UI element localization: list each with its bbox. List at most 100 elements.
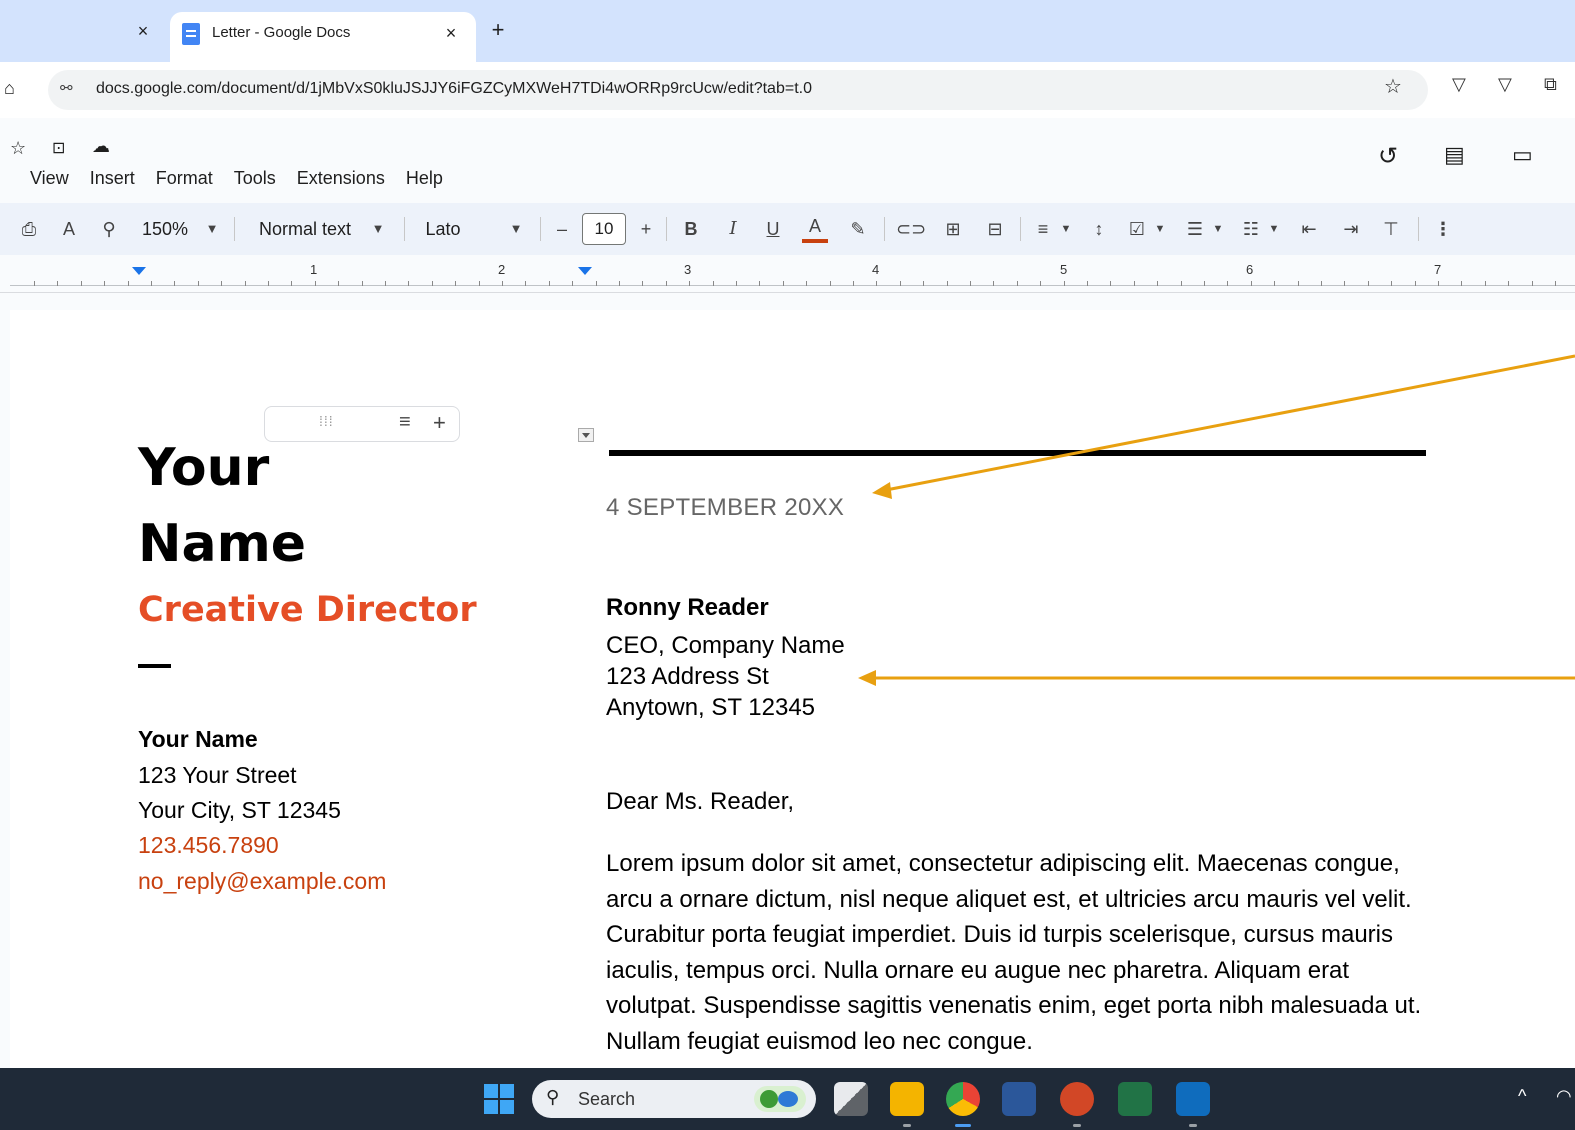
paint-format-icon[interactable]: ⚲: [96, 215, 122, 243]
text-color-button[interactable]: A: [802, 215, 828, 243]
font-size-input[interactable]: 10: [582, 213, 626, 245]
ruler-tick: [947, 281, 948, 286]
active-tab[interactable]: Letter - Google Docs ×: [170, 12, 476, 62]
highlight-pen-icon[interactable]: ✎: [846, 215, 870, 243]
align-chevron-down-icon[interactable]: ▼: [1058, 215, 1074, 243]
toolbar-divider: [404, 217, 405, 241]
checklist-chevron-down-icon[interactable]: ▼: [1152, 215, 1168, 243]
bulleted-list-icon[interactable]: ☰: [1182, 215, 1208, 243]
ruler-tick: [1415, 281, 1416, 286]
home-icon[interactable]: ⌂: [4, 78, 15, 99]
font-select[interactable]: Lato: [418, 215, 468, 243]
menu-bar: View Insert Format Tools Extensions Help: [30, 168, 443, 189]
address-bar-row: ⌂ ⚯ docs.google.com/document/d/1jMbVxS0k…: [0, 62, 1575, 118]
file-explorer-indicator: [903, 1124, 911, 1127]
omnibox[interactable]: ⚯ docs.google.com/document/d/1jMbVxS0klu…: [48, 70, 1428, 110]
chrome-icon[interactable]: [946, 1082, 980, 1116]
recipient-title: CEO, Company Name: [606, 632, 845, 659]
ruler-tick: [1321, 281, 1322, 286]
decrease-font-size-button[interactable]: –: [550, 215, 574, 243]
numbered-chevron-down-icon[interactable]: ▼: [1266, 215, 1282, 243]
star-document-icon[interactable]: ☆: [10, 138, 26, 159]
version-history-icon[interactable]: ↺: [1378, 142, 1398, 171]
tab-close-icon[interactable]: ×: [438, 20, 464, 46]
extension-shield-outline-icon[interactable]: ▽: [1498, 74, 1512, 95]
word-icon[interactable]: [1002, 1082, 1036, 1116]
more-options-icon[interactable]: ⋮: [1430, 215, 1456, 243]
ruler-tick: [502, 281, 503, 286]
table-cell-dropdown[interactable]: [578, 428, 594, 442]
ruler-tick: [549, 281, 550, 286]
zoom-select[interactable]: 150%: [138, 215, 192, 243]
toolbar-divider: [1418, 217, 1419, 241]
tray-chevron-up-icon[interactable]: ^: [1518, 1086, 1526, 1107]
ruler-tick: [479, 281, 480, 286]
network-icon[interactable]: ◠: [1556, 1086, 1572, 1107]
ruler-tick: [596, 281, 597, 286]
windows-start-icon[interactable]: [484, 1084, 514, 1114]
file-explorer-icon[interactable]: [890, 1082, 924, 1116]
menu-view[interactable]: View: [30, 168, 69, 189]
add-row-icon[interactable]: +: [433, 410, 446, 436]
menu-insert[interactable]: Insert: [90, 168, 135, 189]
ruler[interactable]: 1 2 3 4 5 6 7: [0, 255, 1575, 293]
align-icon[interactable]: ≡: [1030, 215, 1056, 243]
sidebar-name-line1: Your: [138, 438, 270, 498]
powerpoint-indicator: [1073, 1124, 1081, 1127]
cloud-saved-icon[interactable]: ☁: [92, 136, 110, 157]
menu-tools[interactable]: Tools: [234, 168, 276, 189]
bold-button[interactable]: B: [680, 215, 702, 243]
menu-help[interactable]: Help: [406, 168, 443, 189]
decrease-indent-icon[interactable]: ⇤: [1296, 215, 1322, 243]
ruler-tick: [1040, 281, 1041, 286]
clear-formatting-icon[interactable]: ⊤: [1378, 215, 1404, 243]
url-text[interactable]: docs.google.com/document/d/1jMbVxS0kluJS…: [96, 80, 812, 98]
new-tab-button[interactable]: +: [484, 16, 512, 44]
excel-icon[interactable]: [1118, 1082, 1152, 1116]
table-row-handle[interactable]: ⁞⁞⁞ ≡ +: [264, 406, 460, 442]
spellcheck-icon[interactable]: A: [56, 215, 82, 243]
meet-camera-icon[interactable]: ▭: [1512, 142, 1533, 168]
underline-button[interactable]: U: [762, 215, 784, 243]
menu-format[interactable]: Format: [156, 168, 213, 189]
bullet-chevron-down-icon[interactable]: ▼: [1210, 215, 1226, 243]
sort-icon[interactable]: ≡: [399, 411, 411, 434]
outlook-icon[interactable]: [1176, 1082, 1210, 1116]
powerpoint-icon[interactable]: [1060, 1082, 1094, 1116]
menu-extensions[interactable]: Extensions: [297, 168, 385, 189]
right-indent-marker[interactable]: [578, 267, 592, 275]
ruler-tick: [245, 281, 246, 286]
toolbar-divider: [1020, 217, 1021, 241]
body-paragraph: Lorem ipsum dolor sit amet, consectetur …: [606, 850, 1422, 1055]
ruler-tick: [34, 281, 35, 286]
insert-image-icon[interactable]: ⊟: [982, 215, 1008, 243]
left-indent-marker[interactable]: [132, 267, 146, 275]
ruler-tick: [221, 281, 222, 286]
ruler-tick: [923, 281, 924, 286]
insert-link-icon[interactable]: ⊂⊃: [896, 215, 926, 243]
bookmark-star-icon[interactable]: ☆: [1384, 74, 1402, 99]
line-spacing-icon[interactable]: ↕: [1086, 215, 1112, 243]
checklist-icon[interactable]: ☑: [1124, 215, 1150, 243]
increase-indent-icon[interactable]: ⇥: [1338, 215, 1364, 243]
numbered-list-icon[interactable]: ☷: [1238, 215, 1264, 243]
site-info-icon[interactable]: ⚯: [60, 79, 73, 97]
drag-handle-icon[interactable]: ⁞⁞⁞: [319, 413, 334, 429]
zoom-chevron-down-icon[interactable]: ▼: [202, 215, 222, 243]
previous-tab-close-icon[interactable]: ×: [130, 18, 156, 44]
extensions-puzzle-icon[interactable]: ⧉: [1544, 74, 1557, 95]
task-view-icon[interactable]: [834, 1082, 868, 1116]
extension-shield-icon[interactable]: ▽: [1452, 74, 1466, 95]
increase-font-size-button[interactable]: +: [634, 215, 658, 243]
style-chevron-down-icon[interactable]: ▼: [368, 215, 388, 243]
ruler-tick: [1344, 281, 1345, 286]
font-chevron-down-icon[interactable]: ▼: [506, 215, 526, 243]
paragraph-style-select[interactable]: Normal text: [250, 215, 360, 243]
taskbar-search[interactable]: ⚲ Search: [532, 1080, 816, 1118]
comments-icon[interactable]: ▤: [1444, 142, 1465, 168]
italic-button[interactable]: I: [722, 215, 744, 243]
add-comment-icon[interactable]: ⊞: [940, 215, 966, 243]
move-folder-icon[interactable]: ⊡: [52, 138, 65, 158]
ruler-tick: [1555, 281, 1556, 286]
print-icon[interactable]: ⎙: [16, 215, 42, 243]
